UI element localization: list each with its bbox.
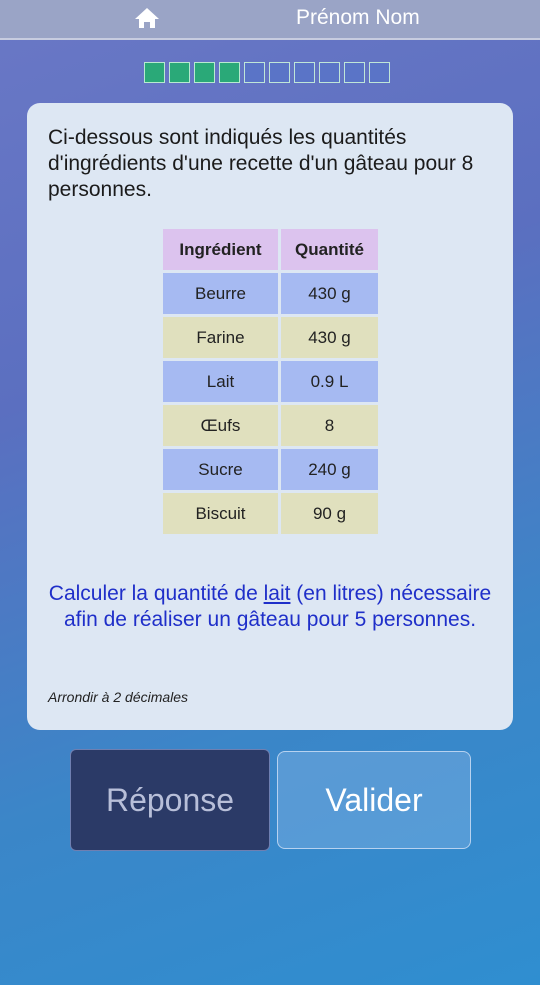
table-row: Farine 430 g — [163, 317, 378, 358]
top-bar: Prénom Nom — [0, 0, 540, 40]
quantity-cell: 8 — [281, 405, 378, 446]
progress-step-pending — [344, 62, 365, 83]
progress-step-done — [194, 62, 215, 83]
quantity-cell: 430 g — [281, 317, 378, 358]
quantity-cell: 430 g — [281, 273, 378, 314]
column-header-quantity: Quantité — [281, 229, 378, 270]
home-icon — [135, 8, 159, 28]
table-header-row: Ingrédient Quantité — [163, 229, 378, 270]
quantity-cell: 90 g — [281, 493, 378, 534]
ingredients-table: Ingrédient Quantité Beurre 430 g Farine … — [160, 226, 381, 537]
progress-step-pending — [269, 62, 290, 83]
table-row: Œufs 8 — [163, 405, 378, 446]
column-header-ingredient: Ingrédient — [163, 229, 278, 270]
exercise-card: Ci-dessous sont indiqués les quantités d… — [27, 103, 513, 730]
table-row: Beurre 430 g — [163, 273, 378, 314]
ingredient-cell: Œufs — [163, 405, 278, 446]
table-row: Lait 0.9 L — [163, 361, 378, 402]
ingredient-cell: Farine — [163, 317, 278, 358]
progress-step-done — [219, 62, 240, 83]
ingredient-cell: Lait — [163, 361, 278, 402]
progress-step-done — [169, 62, 190, 83]
quantity-cell: 240 g — [281, 449, 378, 490]
question-prefix: Calculer la quantité de — [48, 582, 264, 605]
ingredient-cell: Biscuit — [163, 493, 278, 534]
progress-step-pending — [244, 62, 265, 83]
user-name[interactable]: Prénom Nom — [296, 6, 420, 30]
question-text: Calculer la quantité de lait (en litres)… — [47, 581, 493, 633]
quantity-cell: 0.9 L — [281, 361, 378, 402]
question-keyword: lait — [263, 582, 291, 605]
exercise-intro: Ci-dessous sont indiqués les quantités d… — [48, 126, 474, 201]
progress-step-pending — [369, 62, 390, 83]
table-row: Biscuit 90 g — [163, 493, 378, 534]
home-button[interactable] — [131, 5, 163, 31]
progress-step-done — [144, 62, 165, 83]
ingredient-cell: Sucre — [163, 449, 278, 490]
progress-step-pending — [319, 62, 340, 83]
answer-button[interactable]: Réponse — [70, 749, 270, 851]
rounding-note: Arrondir à 2 décimales — [48, 689, 189, 705]
ingredient-cell: Beurre — [163, 273, 278, 314]
progress-indicator — [144, 62, 394, 83]
validate-button[interactable]: Valider — [277, 751, 471, 849]
table-row: Sucre 240 g — [163, 449, 378, 490]
progress-step-pending — [294, 62, 315, 83]
